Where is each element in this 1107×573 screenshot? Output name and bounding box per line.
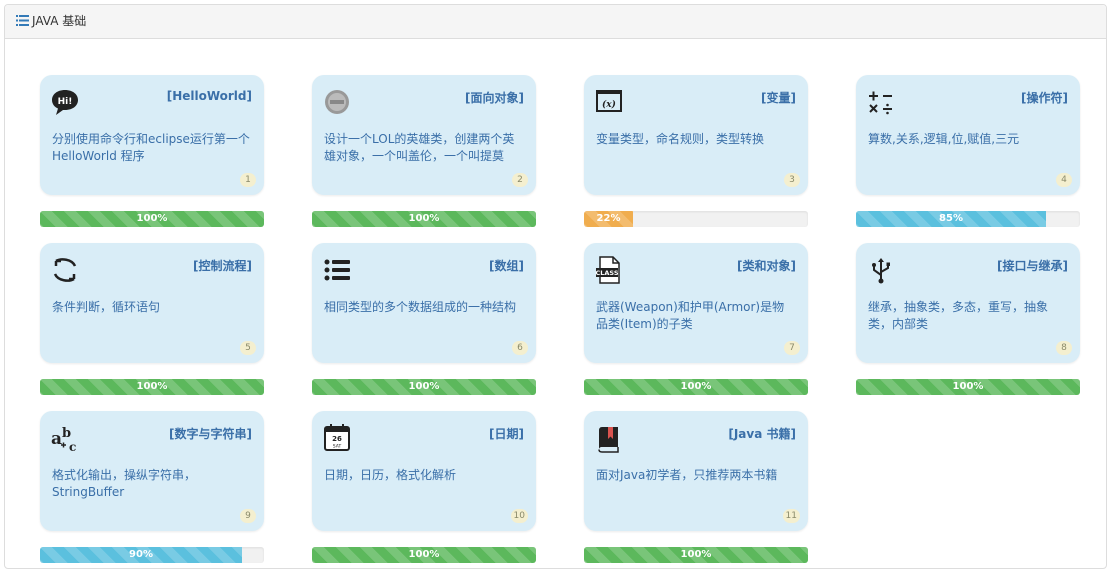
progress-bar-class-object: 100% [584,379,808,395]
card-number-badge: 2 [512,173,528,187]
list-icon [16,15,29,26]
card-title[interactable]: [数字与字符串] [169,425,252,442]
progress-label: 85% [939,213,963,224]
card-title[interactable]: [类和对象] [737,257,796,274]
card-title[interactable]: [变量] [761,89,796,106]
spellcheck-abc-icon: a b c [51,426,76,453]
progress-bar-date: 100% [312,547,536,563]
calendar-icon: 26 SAT [324,424,350,451]
speech-bubble-hi-icon: Hi! [52,90,78,115]
card-number-badge: 6 [512,341,528,355]
progress-bar-operators: 85% [856,211,1080,227]
progress-bar-arrays: 100% [312,379,536,395]
progress-label: 100% [680,381,712,392]
card-description: 分别使用命令行和eclipse运行第一个HelloWorld 程序 [52,132,250,163]
card-number-badge: 7 [784,341,800,355]
card-description: 算数,关系,逻辑,位,赋值,三元 [868,132,1020,146]
card-description: 日期，日历，格式化解析 [324,468,457,482]
variable-x-icon: (x) [596,90,622,112]
progress-bar-java-books: 100% [584,547,808,563]
card-number-badge: 5 [240,341,256,355]
progress-label: 22% [596,213,621,224]
card-title[interactable]: [HelloWorld] [167,89,252,103]
usb-icon [872,258,890,284]
svg-text:26: 26 [332,435,342,443]
card-class-object[interactable]: CLASS [类和对象] 武器(Weapon)和护甲(Armor)是物品类(It… [584,243,808,363]
progress-label: 100% [408,213,440,224]
loop-arrows-icon [53,258,77,282]
progress-bar-interface-inheritance: 100% [856,379,1080,395]
card-description: 继承，抽象类，多态，重写，抽象类，内部类 [868,300,1049,331]
card-description: 面对Java初学者，只推荐两本书籍 [596,468,778,482]
book-icon [598,427,619,453]
card-title[interactable]: [接口与继承] [997,257,1068,274]
progress-label: 90% [129,549,153,560]
card-variables[interactable]: (x) [变量] 变量类型，命名规则，类型转换 3 [584,75,808,195]
card-number-badge: 4 [1056,173,1072,187]
svg-text:Hi!: Hi! [58,97,73,107]
progress-bar-control-flow: 100% [40,379,264,395]
card-description: 条件判断，循环语句 [52,300,161,314]
card-date[interactable]: 26 SAT [日期] 日期，日历，格式化解析 10 [312,411,536,531]
card-operators[interactable]: [操作符] 算数,关系,逻辑,位,赋值,三元 4 [856,75,1080,195]
card-title[interactable]: [面向对象] [465,89,524,106]
card-title[interactable]: [Java 书籍] [728,425,796,442]
panel-heading: JAVA 基础 [5,5,1106,39]
card-description: 相同类型的多个数据组成的一种结构 [324,300,517,314]
svg-text:b: b [62,426,71,441]
card-control-flow[interactable]: [控制流程] 条件判断，循环语句 5 [40,243,264,363]
game-logo-icon [325,90,349,114]
operators-icon [869,91,892,115]
card-title[interactable]: [数组] [489,257,524,274]
panel-title: JAVA 基础 [32,14,87,28]
card-title[interactable]: [控制流程] [193,257,252,274]
card-title[interactable]: [操作符] [1021,89,1068,106]
card-java-books[interactable]: [Java 书籍] 面对Java初学者，只推荐两本书籍 11 [584,411,808,531]
card-description: 武器(Weapon)和护甲(Armor)是物品类(Item)的子类 [596,300,785,331]
card-helloworld[interactable]: Hi! [HelloWorld] 分别使用命令行和eclipse运行第一个Hel… [40,75,264,195]
card-description: 变量类型，命名规则，类型转换 [596,132,765,146]
progress-label: 100% [136,213,168,224]
progress-bar-helloworld: 100% [40,211,264,227]
card-number-badge: 10 [510,509,528,523]
svg-text:(x): (x) [602,99,616,110]
progress-bar-variables: 22% [584,211,808,227]
bullet-list-icon [324,259,350,281]
card-number-badge: 11 [782,509,800,523]
progress-label: 100% [680,549,712,560]
card-number-badge: 9 [240,509,256,523]
progress-bar-oop: 100% [312,211,536,227]
progress-label: 100% [408,381,440,392]
svg-text:a: a [51,429,62,449]
svg-text:CLASS: CLASS [595,269,618,277]
svg-text:SAT: SAT [333,444,342,450]
card-numbers-strings[interactable]: a b c [数字与字符串] 格式化输出，操纵字符串，StringBuffer … [40,411,264,531]
card-arrays[interactable]: [数组] 相同类型的多个数据组成的一种结构 6 [312,243,536,363]
card-title[interactable]: [日期] [489,425,524,442]
card-interface-inheritance[interactable]: [接口与继承] 继承，抽象类，多态，重写，抽象类，内部类 8 [856,243,1080,363]
card-number-badge: 1 [240,173,256,187]
card-number-badge: 8 [1056,341,1072,355]
class-file-icon: CLASS [595,256,620,284]
card-description: 格式化输出，操纵字符串，StringBuffer [52,468,197,499]
card-oop[interactable]: [面向对象] 设计一个LOL的英雄类，创建两个英雄对象，一个叫盖伦，一个叫提莫 … [312,75,536,195]
progress-label: 100% [136,381,168,392]
progress-bar-numbers-strings: 90% [40,547,264,563]
card-description: 设计一个LOL的英雄类，创建两个英雄对象，一个叫盖伦，一个叫提莫 [324,132,515,163]
svg-text:c: c [69,440,76,453]
progress-label: 100% [952,381,984,392]
card-number-badge: 3 [784,173,800,187]
progress-label: 100% [408,549,440,560]
